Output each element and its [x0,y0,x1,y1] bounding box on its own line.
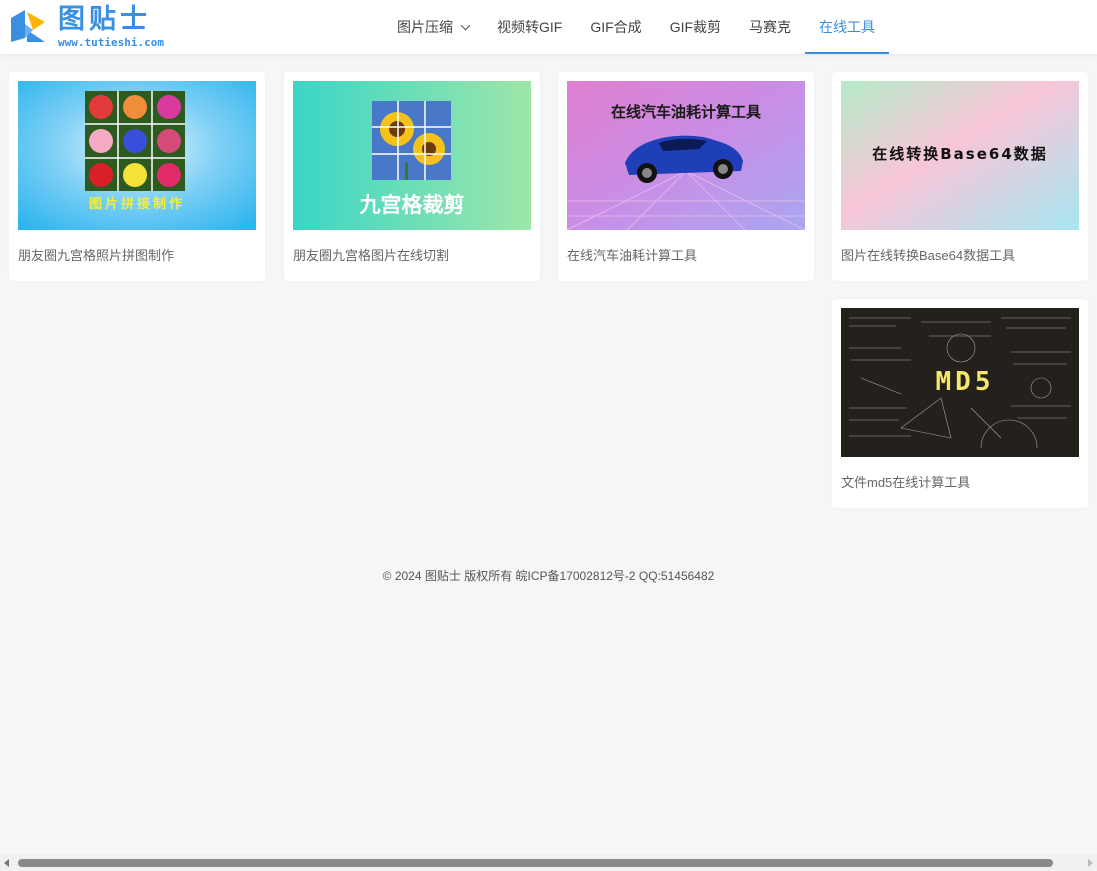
sunflower-grid-image: 九宫格裁剪 [293,81,531,230]
card-title[interactable]: 朋友圈九宫格图片在线切割 [293,245,449,264]
nav-item-label: 在线工具 [819,19,876,35]
nav-item-label: 图片压缩 [397,19,453,35]
card-thumbnail[interactable]: 在线转换Base64数据 [841,81,1079,230]
horizontal-scrollbar[interactable] [0,854,1097,871]
thumb-caption: 在线转换Base64数据 [872,145,1048,163]
nav-item-image-compress[interactable]: 图片压缩 [383,0,483,54]
thumb-caption: 图片拼接制作 [89,196,185,212]
gradient-image: 在线转换Base64数据 [841,81,1079,230]
main-nav: 图片压缩 视频转GIF GIF合成 GIF裁剪 马赛克 在线工具 [383,0,890,54]
brand-url: www.tutieshi.com [58,36,164,49]
nav-item-gif-compose[interactable]: GIF合成 [576,0,655,54]
nav-item-label: GIF合成 [590,19,642,35]
card-thumbnail[interactable]: 九宫格裁剪 [293,81,531,230]
thumb-caption: MD5 [936,367,995,397]
card-title[interactable]: 在线汽车油耗计算工具 [567,245,697,264]
scrollbar-thumb[interactable] [18,859,1053,867]
thumb-caption: 九宫格裁剪 [359,193,465,217]
nav-item-label: 视频转GIF [497,19,563,35]
card-thumbnail[interactable]: 图片拼接制作 [18,81,256,230]
thumb-caption: 在线汽车油耗计算工具 [611,103,761,121]
tool-card-grid-cut[interactable]: 九宫格裁剪 朋友圈九宫格图片在线切割 [284,72,540,281]
nav-item-label: 马赛克 [749,19,792,35]
chalkboard-formulas-image: MD5 [841,308,1079,457]
site-header: 图贴士 www.tutieshi.com 图片压缩 视频转GIF GIF合成 G… [0,0,1097,54]
nav-item-online-tools[interactable]: 在线工具 [805,0,890,54]
card-title[interactable]: 文件md5在线计算工具 [841,472,970,491]
nav-item-gif-crop[interactable]: GIF裁剪 [656,0,735,54]
brand-name: 图贴士 [58,4,151,35]
sports-car-image: 在线汽车油耗计算工具 [567,81,805,230]
tool-card-grid-collage[interactable]: 图片拼接制作 朋友圈九宫格照片拼图制作 [9,72,265,281]
nav-item-video-to-gif[interactable]: 视频转GIF [483,0,576,54]
site-footer: © 2024 图贴士 版权所有 皖ICP备17002812号-2 QQ:5145… [382,569,715,583]
card-thumbnail[interactable]: 在线汽车油耗计算工具 [567,81,805,230]
nav-item-label: GIF裁剪 [669,19,722,35]
card-thumbnail[interactable]: MD5 [841,308,1079,457]
rose-grid-image: 图片拼接制作 [18,81,256,230]
scroll-left-icon[interactable] [4,859,9,867]
site-logo[interactable]: 图贴士 www.tutieshi.com [11,6,164,50]
card-title[interactable]: 朋友圈九宫格照片拼图制作 [18,245,174,264]
chevron-down-icon [460,20,471,31]
tool-card-base64[interactable]: 在线转换Base64数据 图片在线转换Base64数据工具 [832,72,1088,281]
tool-card-md5[interactable]: MD5 文件md5在线计算工具 [832,299,1088,508]
scroll-right-icon[interactable] [1088,859,1093,867]
nav-item-mosaic[interactable]: 马赛克 [735,0,805,54]
logo-icon [11,10,45,42]
card-title[interactable]: 图片在线转换Base64数据工具 [841,245,1015,264]
tool-card-fuel-calculator[interactable]: 在线汽车油耗计算工具 在线汽车油耗计算工具 [558,72,814,281]
